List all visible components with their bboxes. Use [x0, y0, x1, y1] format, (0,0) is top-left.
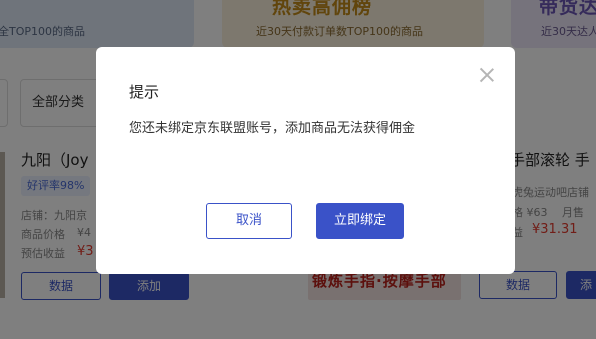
bind-account-dialog: 提示 您还未绑定京东联盟账号，添加商品无法获得佣金 取消 立即绑定 — [96, 47, 515, 274]
cancel-button[interactable]: 取消 — [206, 203, 292, 239]
bind-now-button[interactable]: 立即绑定 — [316, 203, 404, 239]
dialog-title: 提示 — [129, 83, 160, 101]
dialog-message: 您还未绑定京东联盟账号，添加商品无法获得佣金 — [129, 121, 416, 136]
close-icon[interactable] — [479, 67, 495, 83]
